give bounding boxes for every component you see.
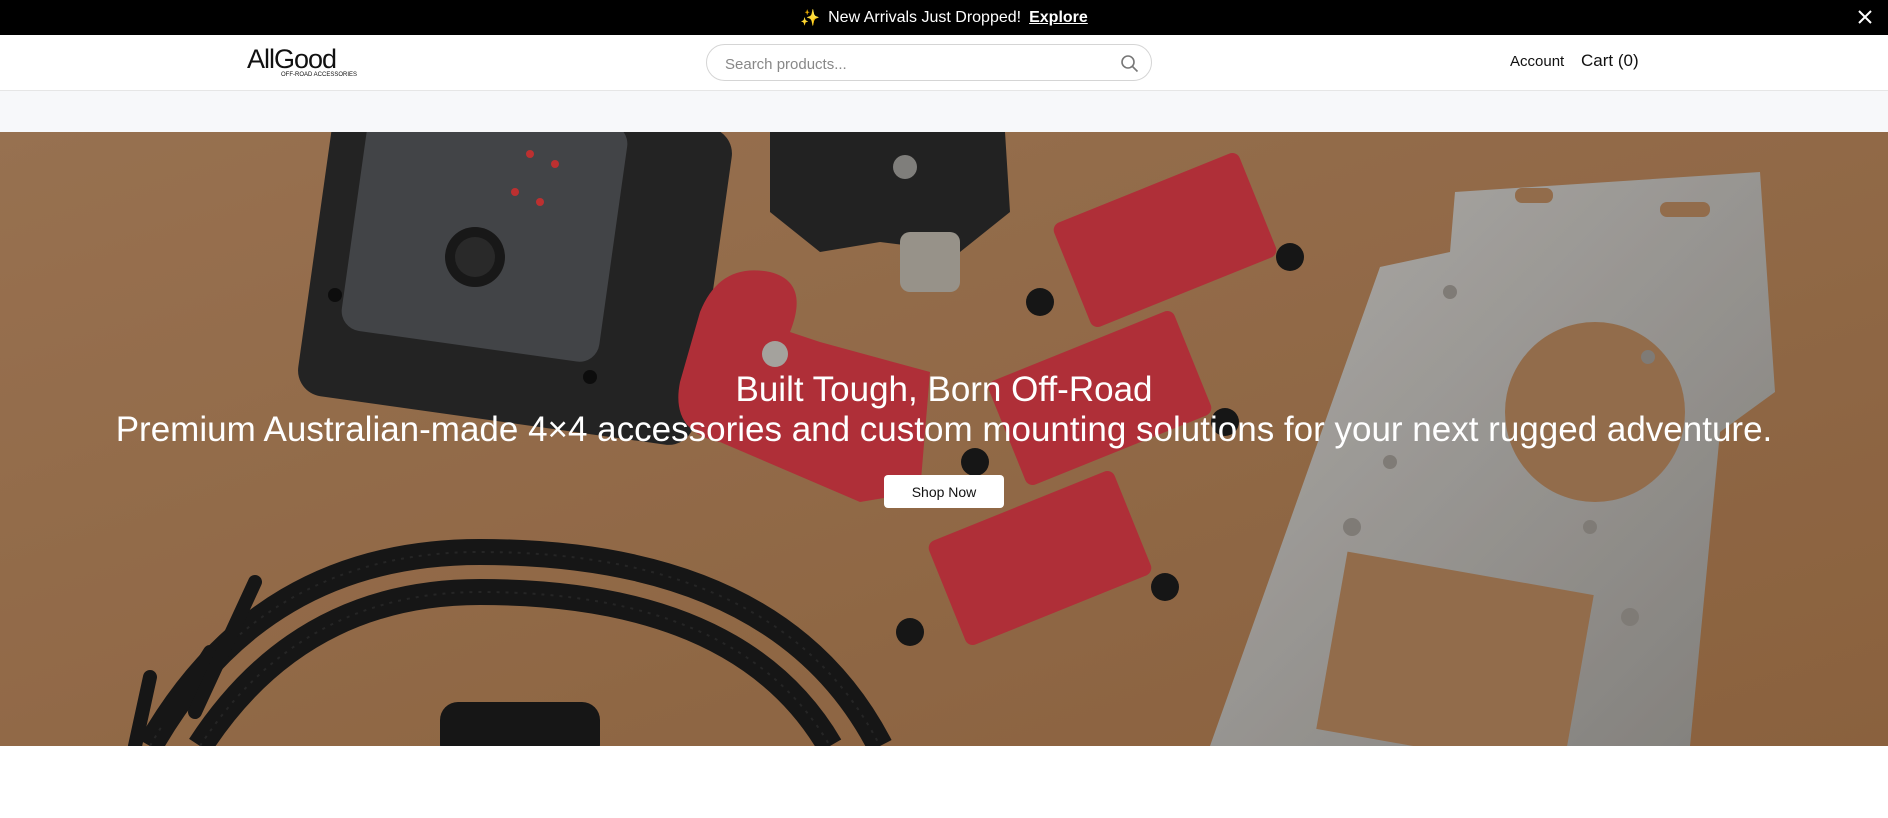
logo-text: AllGood xyxy=(247,44,337,74)
explore-link[interactable]: Explore xyxy=(1029,9,1088,27)
logo[interactable]: AllGood OFF-ROAD ACCESSORIES xyxy=(247,46,357,80)
hero-title: Built Tough, Born Off-Road xyxy=(735,370,1153,409)
sparkles-icon: ✨ xyxy=(800,9,821,27)
shop-now-button[interactable]: Shop Now xyxy=(884,475,1004,508)
search-input[interactable] xyxy=(723,53,1107,75)
announcement-bar: ✨ New Arrivals Just Dropped! Explore xyxy=(0,0,1888,35)
logo-subtext: OFF-ROAD ACCESSORIES xyxy=(281,72,358,78)
hero-banner: Built Tough, Born Off-Road Premium Austr… xyxy=(0,132,1888,746)
site-header: AllGood OFF-ROAD ACCESSORIES Account Car… xyxy=(0,35,1888,91)
hero-subtitle: Premium Australian-made 4×4 accessories … xyxy=(115,410,1773,449)
cart-link[interactable]: Cart (0) xyxy=(1581,51,1639,71)
close-icon[interactable] xyxy=(1856,8,1874,26)
search-bar xyxy=(706,44,1152,81)
account-link[interactable]: Account xyxy=(1510,53,1564,70)
search-icon[interactable] xyxy=(1120,54,1139,73)
nav-strip xyxy=(0,91,1888,133)
announcement-message: New Arrivals Just Dropped! xyxy=(828,8,1022,26)
